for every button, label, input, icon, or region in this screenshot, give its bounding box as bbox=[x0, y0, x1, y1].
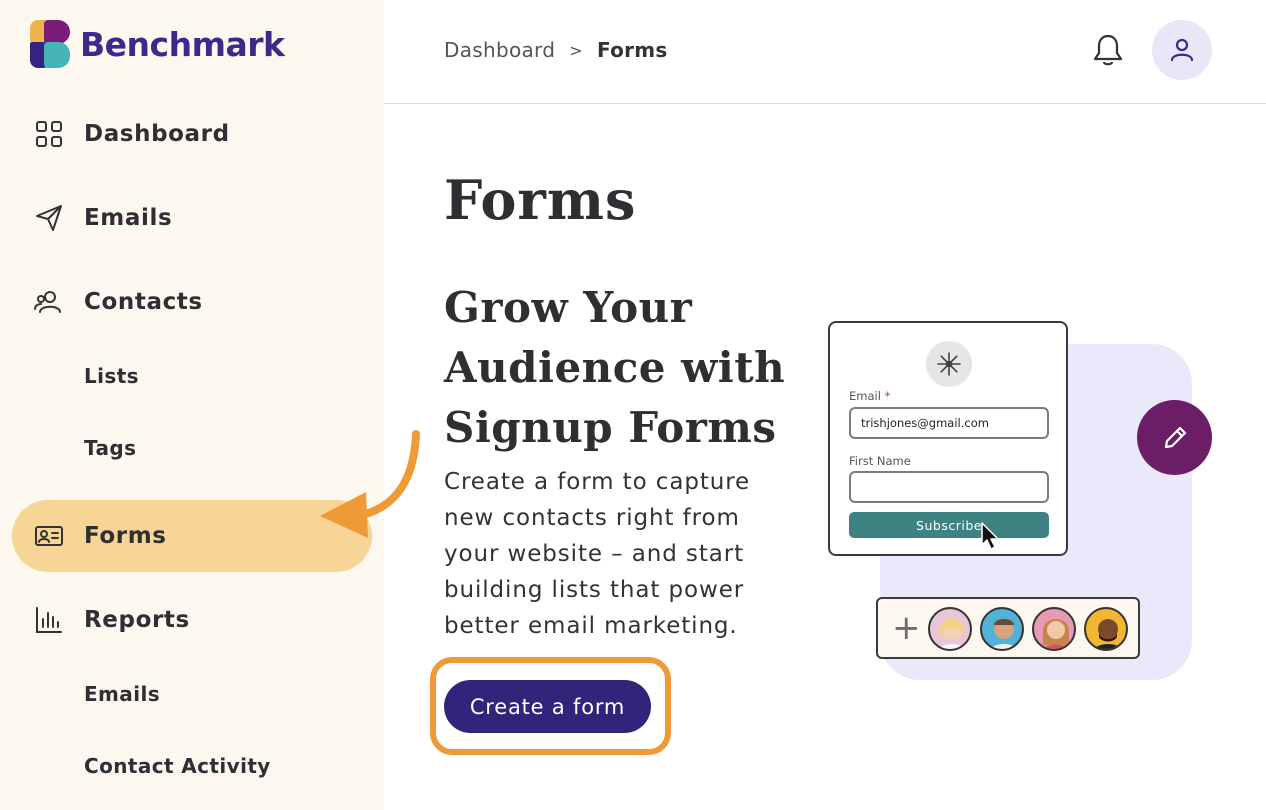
hero-description: Create a form to capture new contacts ri… bbox=[444, 469, 751, 639]
sidebar-item-label: Dashboard bbox=[84, 121, 230, 147]
user-icon bbox=[1170, 38, 1194, 62]
create-form-button[interactable]: Create a form bbox=[444, 680, 651, 733]
contacts-avatars-card: + bbox=[876, 597, 1140, 659]
sidebar-item-label: Emails bbox=[84, 205, 173, 231]
top-header: Dashboard > Forms bbox=[384, 0, 1266, 104]
sidebar-item-dashboard[interactable]: Dashboard bbox=[12, 98, 372, 170]
sidebar-item-label: Contacts bbox=[84, 289, 203, 315]
sidebar-item-emails[interactable]: Emails bbox=[12, 182, 372, 254]
sidebar-subitem-lists[interactable]: Lists bbox=[84, 364, 139, 388]
contact-avatar bbox=[1084, 607, 1128, 651]
benchmark-logo[interactable]: Benchmark bbox=[30, 20, 285, 68]
first-name-field-preview bbox=[849, 471, 1049, 503]
logo-mark-icon bbox=[30, 20, 70, 68]
subscribe-button-preview: Subscribe bbox=[849, 512, 1049, 538]
breadcrumb-current: Forms bbox=[596, 38, 668, 62]
id-card-icon bbox=[34, 521, 64, 551]
breadcrumb: Dashboard > Forms bbox=[444, 38, 668, 62]
spiral-logo-icon bbox=[926, 341, 972, 387]
bell-icon[interactable] bbox=[1090, 32, 1130, 72]
user-avatar[interactable] bbox=[1152, 20, 1212, 80]
pencil-icon bbox=[1164, 426, 1186, 448]
email-label: Email * bbox=[849, 389, 891, 403]
grid-icon bbox=[34, 119, 64, 149]
signup-form-preview: Email * trishjones@gmail.com First Name … bbox=[828, 321, 1068, 556]
sidebar-item-label: Forms bbox=[84, 523, 167, 549]
contact-avatar bbox=[980, 607, 1024, 651]
breadcrumb-dashboard-link[interactable]: Dashboard bbox=[444, 38, 555, 62]
paper-plane-icon bbox=[34, 203, 64, 233]
bar-chart-icon bbox=[34, 605, 64, 635]
first-name-label: First Name bbox=[849, 454, 911, 468]
sidebar-item-contacts[interactable]: Contacts bbox=[12, 266, 372, 338]
chevron-right-icon: > bbox=[569, 40, 583, 60]
sidebar-subitem-report-emails[interactable]: Emails bbox=[84, 682, 160, 706]
users-icon bbox=[34, 287, 64, 317]
mouse-cursor-icon bbox=[981, 522, 999, 550]
edit-pencil-button bbox=[1137, 400, 1212, 475]
hero-headline: Grow Your Audience with Signup Forms bbox=[444, 283, 786, 452]
sidebar: Benchmark Dashboard Emails Contacts List… bbox=[0, 0, 384, 810]
contact-avatar bbox=[928, 607, 972, 651]
sidebar-subitem-contact-activity[interactable]: Contact Activity bbox=[84, 754, 271, 778]
sidebar-item-label: Reports bbox=[84, 607, 190, 633]
sidebar-item-reports[interactable]: Reports bbox=[12, 584, 372, 656]
logo-text: Benchmark bbox=[80, 24, 285, 64]
plus-icon: + bbox=[892, 608, 921, 648]
email-field-preview: trishjones@gmail.com bbox=[849, 407, 1049, 439]
sidebar-item-forms[interactable]: Forms bbox=[12, 500, 372, 572]
contact-avatar bbox=[1032, 607, 1076, 651]
sidebar-subitem-tags[interactable]: Tags bbox=[84, 436, 136, 460]
page-title: Forms bbox=[444, 168, 637, 232]
